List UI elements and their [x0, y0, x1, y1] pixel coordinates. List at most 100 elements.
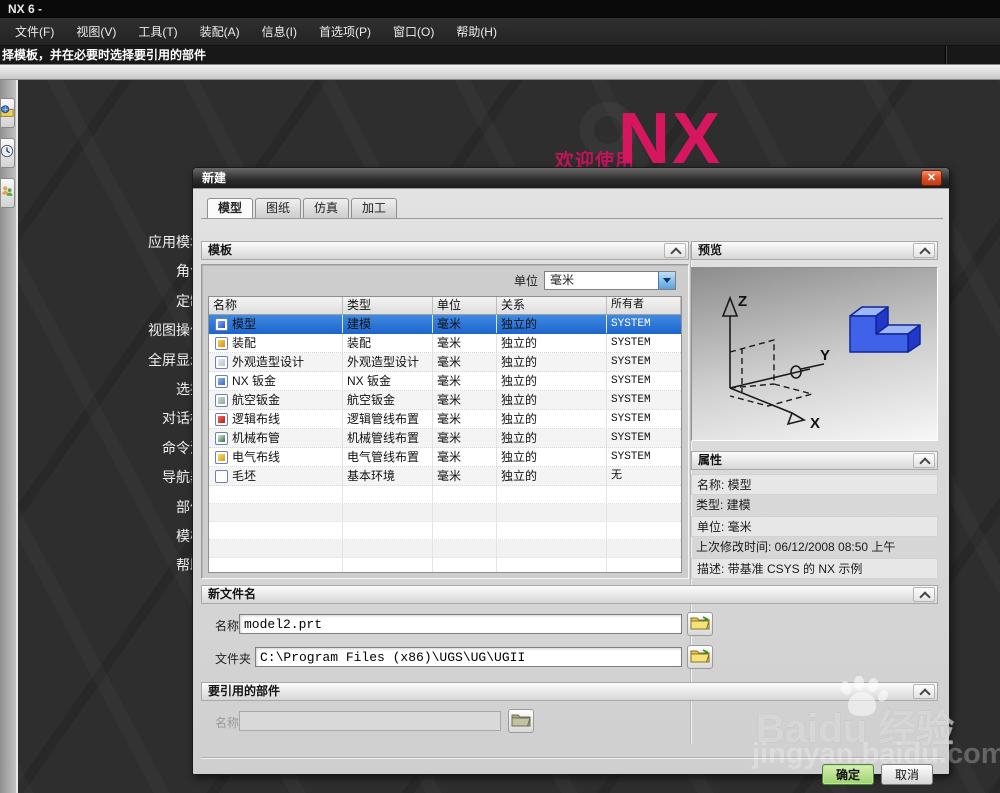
nx-window: NX 6 - 文件(F) 视图(V) 工具(T) 装配(A) 信息(I) 首选项…	[0, 0, 1000, 793]
csys-preview-graphic: Z X Y	[721, 293, 921, 432]
ok-button[interactable]: 确定	[822, 764, 874, 785]
menu-tools[interactable]: 工具(T)	[127, 19, 188, 44]
properties-list: 名称: 模型 类型: 建模 单位: 毫米 上次修改时间: 06/12/2008 …	[691, 474, 938, 579]
properties-collapse-icon[interactable]	[913, 453, 935, 468]
new-part-dialog: 新建 ✕ 模型 图纸 仿真 加工 模板 单位 毫米 名称 类型 单位 关系 所有…	[192, 167, 950, 785]
templates-section-header: 模板	[201, 241, 689, 260]
table-row[interactable]: 模型 建模 毫米 独立的 SYSTEM	[209, 315, 681, 334]
file-name-row: 名称	[215, 612, 935, 637]
browse-folder-disabled-icon	[508, 709, 534, 733]
sidebar-item-full-screen[interactable]: 全屏显示	[102, 346, 204, 375]
table-header-row: 名称 类型 单位 关系 所有者	[209, 297, 681, 315]
folder-row: 文件夹	[215, 645, 935, 670]
model-icon	[215, 317, 228, 331]
table-row[interactable]: 机械布管 机械管线布置 毫米 独立的 SYSTEM	[209, 429, 681, 448]
electrical-routing-icon	[215, 450, 228, 464]
property-type: 类型: 建模	[696, 498, 751, 512]
template-table: 名称 类型 单位 关系 所有者 模型 建模 毫米 独立的 SYSTEM 装配 装…	[208, 296, 682, 573]
table-row[interactable]: 逻辑布线 逻辑管线布置 毫米 独立的 SYSTEM	[209, 410, 681, 429]
menu-file[interactable]: 文件(F)	[4, 19, 65, 44]
roles-icon[interactable]	[1, 178, 15, 208]
dialog-body: 模型 图纸 仿真 加工 模板 单位 毫米 名称 类型 单位 关系 所有者 模型 …	[193, 188, 949, 785]
browse-folder-icon[interactable]	[687, 612, 713, 636]
units-row: 单位 毫米	[514, 271, 676, 290]
table-row[interactable]: 装配 装配 毫米 独立的 SYSTEM	[209, 334, 681, 353]
sidebar-item-dialogs[interactable]: 对话框	[102, 404, 204, 433]
sidebar-item-part[interactable]: 部件	[102, 493, 204, 522]
sheet-metal-icon	[215, 374, 228, 388]
aero-sheet-metal-icon	[215, 393, 228, 407]
sidebar-item-command-finder[interactable]: 命令流	[102, 434, 204, 463]
col-relationship[interactable]: 关系	[497, 297, 607, 314]
reference-collapse-icon[interactable]	[913, 684, 935, 699]
resource-bar	[0, 80, 16, 793]
sidebar-item-help[interactable]: 帮助	[102, 551, 204, 580]
svg-text:Y: Y	[820, 347, 830, 364]
table-row[interactable]: 航空钣金 航空钣金 毫米 独立的 SYSTEM	[209, 391, 681, 410]
sidebar-item-selection[interactable]: 选择	[102, 375, 204, 404]
sidebar-item-navigator[interactable]: 导航器	[102, 463, 204, 492]
welcome-sidebar: 应用模块 角色 定制 视图操作 全屏显示 选择 对话框 命令流 导航器 部件 模…	[102, 228, 204, 581]
tab-drawing[interactable]: 图纸	[255, 198, 302, 218]
close-icon[interactable]: ✕	[921, 170, 942, 186]
svg-text:Z: Z	[738, 293, 747, 310]
file-name-input[interactable]	[239, 614, 682, 634]
empty-row	[209, 558, 681, 572]
tab-manufacturing[interactable]: 加工	[351, 198, 398, 218]
menu-help[interactable]: 帮助(H)	[445, 19, 508, 44]
sidebar-item-view-operations[interactable]: 视图操作	[102, 316, 204, 345]
templates-section-title: 模板	[208, 243, 233, 257]
sidebar-item-customize[interactable]: 定制	[102, 287, 204, 316]
property-name: 名称: 模型	[691, 474, 938, 495]
chevron-down-icon[interactable]	[658, 272, 675, 289]
menu-information[interactable]: 信息(I)	[251, 19, 308, 44]
mechanical-routing-icon	[215, 431, 228, 445]
col-owner[interactable]: 所有者	[607, 297, 681, 314]
clock-icon[interactable]	[1, 138, 15, 168]
empty-row	[209, 486, 681, 504]
window-title: NX 6 -	[0, 0, 1000, 18]
tab-simulation[interactable]: 仿真	[303, 198, 350, 218]
dialog-title[interactable]: 新建	[193, 168, 949, 188]
preview-collapse-icon[interactable]	[913, 243, 935, 258]
file-name-label: 名称	[215, 619, 240, 633]
table-row[interactable]: 电气布线 电气管线布置 毫米 独立的 SYSTEM	[209, 448, 681, 467]
table-row[interactable]: NX 钣金 NX 钣金 毫米 独立的 SYSTEM	[209, 372, 681, 391]
menu-preferences[interactable]: 首选项(P)	[308, 19, 382, 44]
menu-window[interactable]: 窗口(O)	[382, 19, 445, 44]
empty-row	[209, 540, 681, 558]
empty-row	[209, 522, 681, 540]
menu-view[interactable]: 视图(V)	[65, 19, 127, 44]
col-units[interactable]: 单位	[433, 297, 497, 314]
templates-panel: 单位 毫米 名称 类型 单位 关系 所有者 模型 建模 毫米 独立的 SYSTE…	[201, 264, 689, 579]
units-dropdown[interactable]: 毫米	[544, 271, 676, 290]
new-file-section-title: 新文件名	[208, 587, 257, 601]
reference-name-row: 名称	[215, 709, 935, 734]
cancel-button[interactable]: 取消	[881, 764, 933, 785]
table-row[interactable]: 毛坯 基本环境 毫米 独立的 无	[209, 467, 681, 486]
logical-routing-icon	[215, 412, 228, 426]
reference-section-header: 要引用的部件	[201, 682, 938, 701]
reference-name-label: 名称	[215, 716, 240, 730]
sidebar-item-roles[interactable]: 角色	[102, 257, 204, 286]
browse-folder-icon[interactable]	[687, 645, 713, 669]
properties-section-title: 属性	[698, 453, 723, 467]
blank-icon	[215, 469, 228, 483]
prompt-text: 择模板，并在必要时选择要引用的部件	[2, 48, 207, 62]
col-type[interactable]: 类型	[343, 297, 433, 314]
sidebar-item-templates[interactable]: 模板	[102, 522, 204, 551]
templates-collapse-icon[interactable]	[664, 243, 686, 258]
button-separator	[201, 757, 943, 759]
tab-model[interactable]: 模型	[207, 198, 254, 219]
menu-assemblies[interactable]: 装配(A)	[189, 19, 251, 44]
table-row[interactable]: 外观造型设计 外观造型设计 毫米 独立的 SYSTEM	[209, 353, 681, 372]
new-file-collapse-icon[interactable]	[913, 587, 935, 602]
dialog-buttons: 确定 取消	[822, 764, 933, 785]
history-palette-icon[interactable]	[1, 98, 15, 128]
col-name[interactable]: 名称	[209, 297, 343, 314]
preview-section-title: 预览	[698, 243, 723, 257]
property-units: 单位: 毫米	[691, 516, 938, 537]
sidebar-item-application[interactable]: 应用模块	[102, 228, 204, 257]
folder-input[interactable]	[255, 647, 682, 667]
new-file-section-header: 新文件名	[201, 585, 938, 604]
